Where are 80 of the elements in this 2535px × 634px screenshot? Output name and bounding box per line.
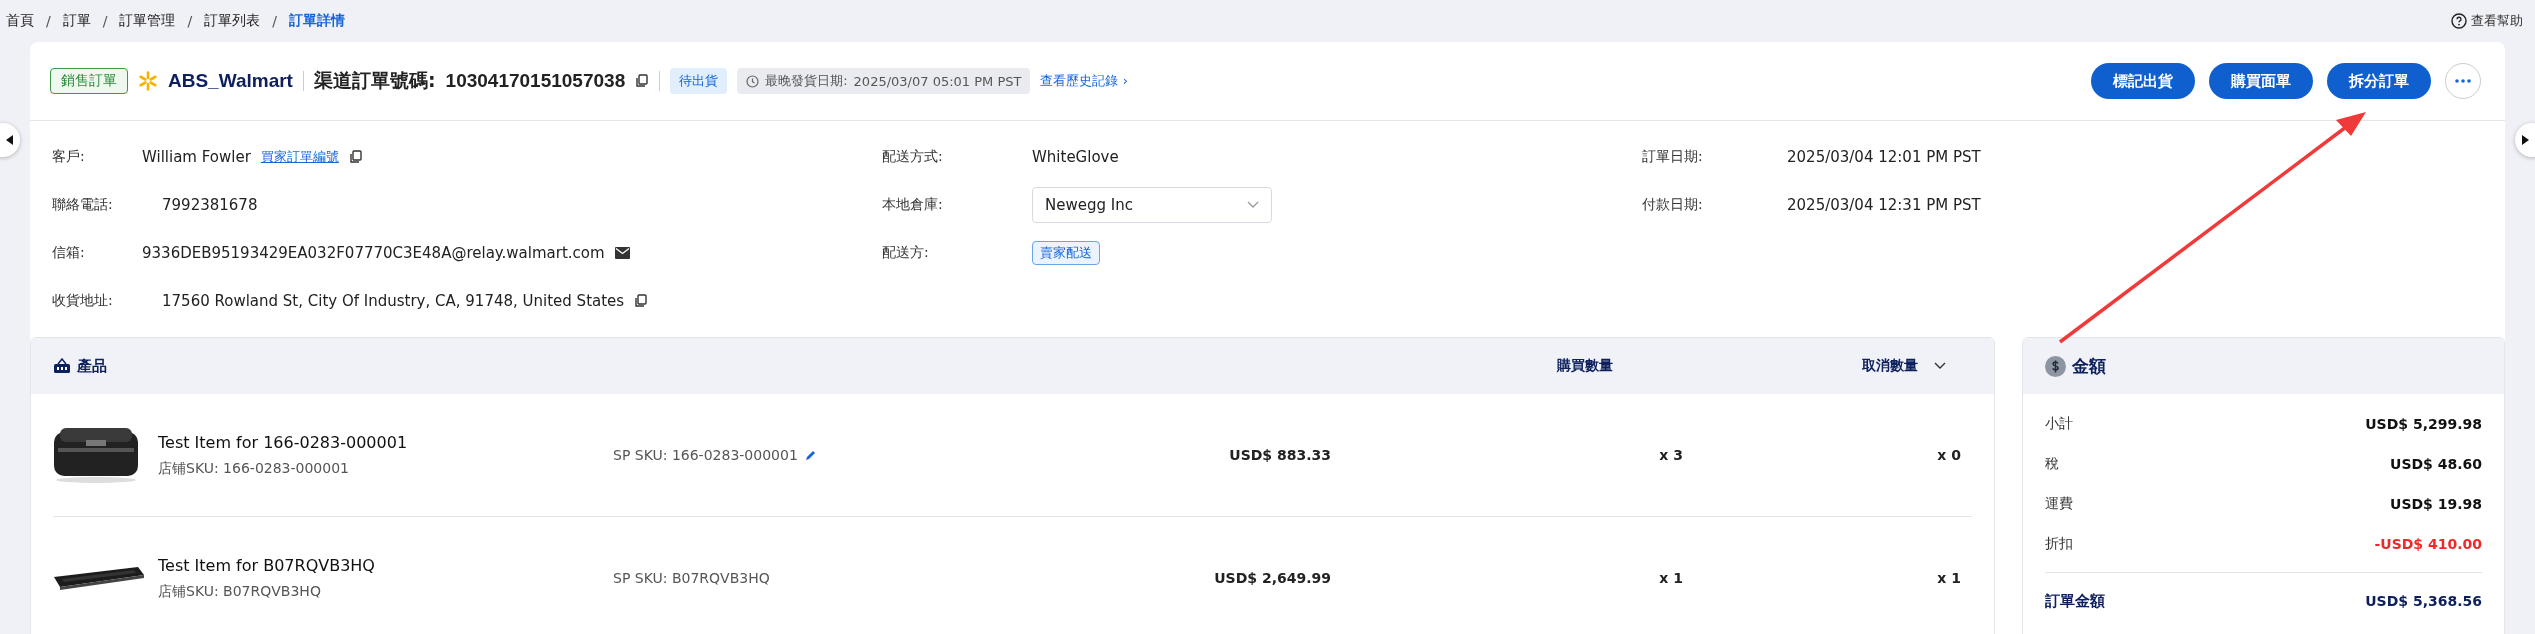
breadcrumb-item[interactable]: 訂單管理 [119, 12, 176, 30]
purchase-quantity: x 1 [1658, 570, 1683, 586]
amount-value: USD$ 19.98 [2390, 496, 2482, 512]
copy-icon[interactable] [634, 294, 649, 308]
amount-label: 折扣 [2044, 535, 2073, 553]
field-value: 9336DEB95193429EA032F07770C3E48A@relay.walmart.com [142, 244, 605, 262]
warehouse-select[interactable]: Newegg Inc [1032, 187, 1272, 223]
channel-order-label: 渠道訂單號碼: [313, 68, 436, 93]
chevron-down-icon[interactable] [1934, 362, 1946, 370]
edit-icon[interactable] [803, 448, 817, 462]
clock-icon [746, 74, 760, 88]
field-label: 付款日期: [1642, 196, 1704, 214]
field-label: 配送方: [882, 244, 930, 262]
breadcrumb-item[interactable]: 訂單詳情 [288, 12, 345, 30]
amount-label: 訂單金額 [2044, 591, 2105, 611]
field-label: 信箱: [52, 244, 86, 262]
spark-logo-icon [138, 71, 158, 91]
breadcrumb-item[interactable]: 訂單列表 [204, 12, 261, 30]
help-link[interactable]: 查看幫助 [2451, 12, 2523, 30]
field-label: 本地倉庫: [882, 196, 944, 214]
field-label: 客戶: [52, 148, 86, 166]
column-header: 購買數量 [1556, 357, 1613, 375]
field-value: 7992381678 [162, 196, 258, 214]
purchase-quantity: x 3 [1658, 447, 1683, 463]
copy-icon[interactable] [635, 74, 650, 88]
history-link[interactable]: 查看歷史記錄 › [1040, 72, 1128, 90]
field-label: 收貨地址: [52, 292, 114, 310]
field-value: 2025/03/04 12:01 PM PST [1787, 148, 1981, 166]
triangle-left-icon [6, 135, 13, 145]
breadcrumb-separator: / [187, 13, 193, 29]
breadcrumb-separator: / [46, 13, 51, 29]
product-price: USD$ 2,649.99 [1213, 570, 1331, 586]
store-name: ABS_Walmart [168, 70, 293, 92]
basket-icon [53, 358, 71, 374]
help-icon [2451, 13, 2467, 29]
field-value: 2025/03/04 12:31 PM PST [1787, 196, 1981, 214]
store-sku: 店铺SKU: 166-0283-000001 [158, 459, 349, 476]
field-value: 17560 Rowland St, City Of Industry, CA, 91748, United States [162, 292, 625, 310]
status-tag: 待出貨 [670, 68, 728, 94]
deadline-tag: 最晚發貨日期: 2025/03/07 05:01 PM PST [737, 68, 1031, 94]
mail-icon[interactable] [614, 247, 630, 259]
field-label: 配送方式: [882, 148, 944, 166]
store-sku: 店铺SKU: B07RQVB3HQ [158, 582, 321, 599]
copy-icon[interactable] [348, 150, 363, 164]
breadcrumb-item[interactable]: 首頁 [6, 12, 34, 30]
field-value: William Fowler [142, 148, 251, 166]
panel-title: 金額 [2071, 354, 2106, 378]
buyer-order-link[interactable]: 買家訂單編號 [260, 148, 339, 166]
breadcrumb-item[interactable]: 訂單 [62, 12, 91, 30]
dollar-icon [2044, 355, 2066, 377]
field-label: 聯絡電話: [52, 196, 114, 214]
field-value: WhiteGlove [1032, 148, 1119, 166]
cancel-quantity: x 1 [1936, 570, 1961, 586]
breadcrumb-separator: / [102, 13, 108, 29]
action-button[interactable]: 標記出貨 [2091, 63, 2195, 99]
action-button[interactable]: 拆分訂單 [2327, 63, 2431, 99]
shipper-tag: 賣家配送 [1032, 241, 1100, 265]
breadcrumb-separator: / [272, 13, 277, 29]
amount-label: 運費 [2044, 495, 2073, 513]
product-name: Test Item for 166-0283-000001 [158, 432, 409, 452]
action-button[interactable]: 購買面單 [2209, 63, 2313, 99]
sp-sku: SP SKU: B07RQVB3HQ [613, 570, 770, 586]
column-header: 取消數量 [1861, 357, 1918, 375]
panel-title: 產品 [77, 356, 108, 376]
triangle-right-icon [2522, 135, 2529, 145]
amount-value: USD$ 48.60 [2390, 456, 2482, 472]
amount-label: 小計 [2044, 415, 2073, 433]
sp-sku: SP SKU: 166-0283-000001 [613, 447, 798, 463]
amount-value: -USD$ 410.00 [2374, 536, 2482, 552]
amount-label: 稅 [2044, 455, 2059, 473]
more-icon [2455, 79, 2471, 83]
order-type-tag: 銷售訂單 [50, 68, 128, 94]
amount-value: USD$ 5,299.98 [2365, 416, 2482, 432]
amount-value: USD$ 5,368.56 [2365, 593, 2482, 609]
chevron-down-icon [1247, 201, 1259, 209]
product-name: Test Item for B07RQVB3HQ [158, 555, 376, 575]
cancel-quantity: x 0 [1936, 447, 1961, 463]
channel-order-number: 10304170151057038 [445, 70, 626, 92]
product-price: USD$ 883.33 [1228, 447, 1331, 463]
field-label: 訂單日期: [1642, 148, 1704, 166]
